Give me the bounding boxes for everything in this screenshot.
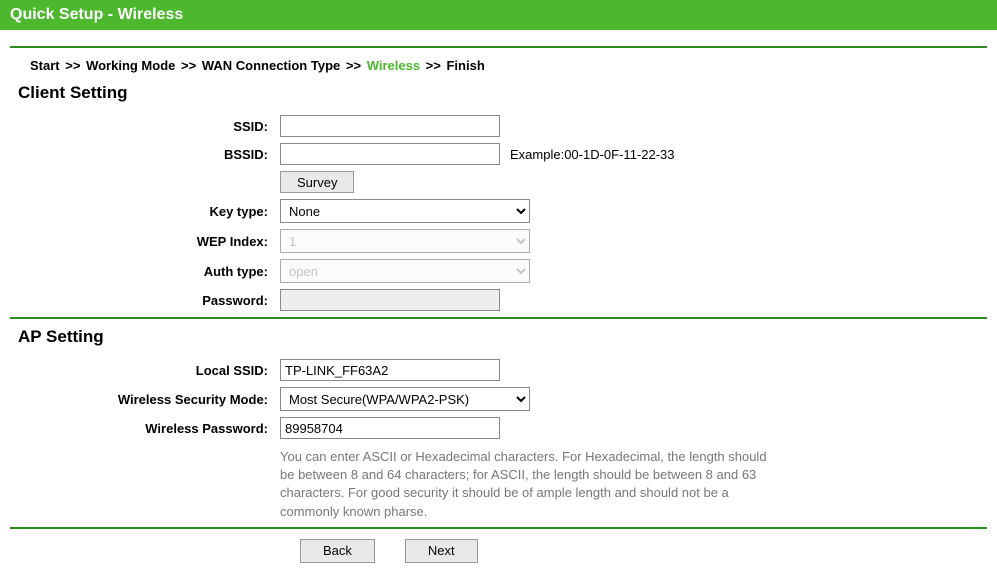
wepindex-label: WEP Index: [40,234,280,249]
localssid-label: Local SSID: [40,363,280,378]
breadcrumb-sep: >> [426,58,441,73]
back-button[interactable]: Back [300,539,375,563]
password-hint: You can enter ASCII or Hexadecimal chara… [280,448,780,521]
breadcrumb-step-working-mode: Working Mode [86,58,175,73]
page-title: Quick Setup - Wireless [10,6,183,23]
divider-mid [10,317,987,319]
ap-setting-form: Local SSID: Wireless Security Mode: Most… [40,359,997,521]
breadcrumb-step-start: Start [30,58,60,73]
localssid-input[interactable] [280,359,500,381]
divider-bottom [10,527,987,529]
wireless-password-label: Wireless Password: [40,421,280,436]
next-button[interactable]: Next [405,539,478,563]
breadcrumb-sep: >> [346,58,361,73]
bssid-input[interactable] [280,143,500,165]
keytype-select[interactable]: None [280,199,530,223]
wepindex-select: 1 [280,229,530,253]
client-password-input [280,289,500,311]
security-mode-select[interactable]: Most Secure(WPA/WPA2-PSK) [280,387,530,411]
divider-top [10,46,987,48]
breadcrumb-sep: >> [181,58,196,73]
breadcrumb-sep: >> [65,58,80,73]
authtype-label: Auth type: [40,264,280,279]
breadcrumb-step-finish: Finish [446,58,484,73]
keytype-label: Key type: [40,204,280,219]
breadcrumb-step-wan: WAN Connection Type [202,58,340,73]
button-row: Back Next [300,539,997,563]
client-setting-heading: Client Setting [18,83,987,103]
survey-button[interactable]: Survey [280,171,354,193]
header-bar: Quick Setup - Wireless [0,0,997,30]
ap-setting-heading: AP Setting [18,327,987,347]
ssid-input[interactable] [280,115,500,137]
wireless-password-input[interactable] [280,417,500,439]
bssid-example: Example:00-1D-0F-11-22-33 [510,147,675,162]
ssid-label: SSID: [40,119,280,134]
authtype-select: open [280,259,530,283]
breadcrumb: Start >> Working Mode >> WAN Connection … [30,58,987,73]
security-mode-label: Wireless Security Mode: [40,392,280,407]
client-setting-form: SSID: BSSID: Example:00-1D-0F-11-22-33 S… [40,115,997,311]
client-password-label: Password: [40,293,280,308]
bssid-label: BSSID: [40,147,280,162]
breadcrumb-step-wireless: Wireless [367,58,420,73]
